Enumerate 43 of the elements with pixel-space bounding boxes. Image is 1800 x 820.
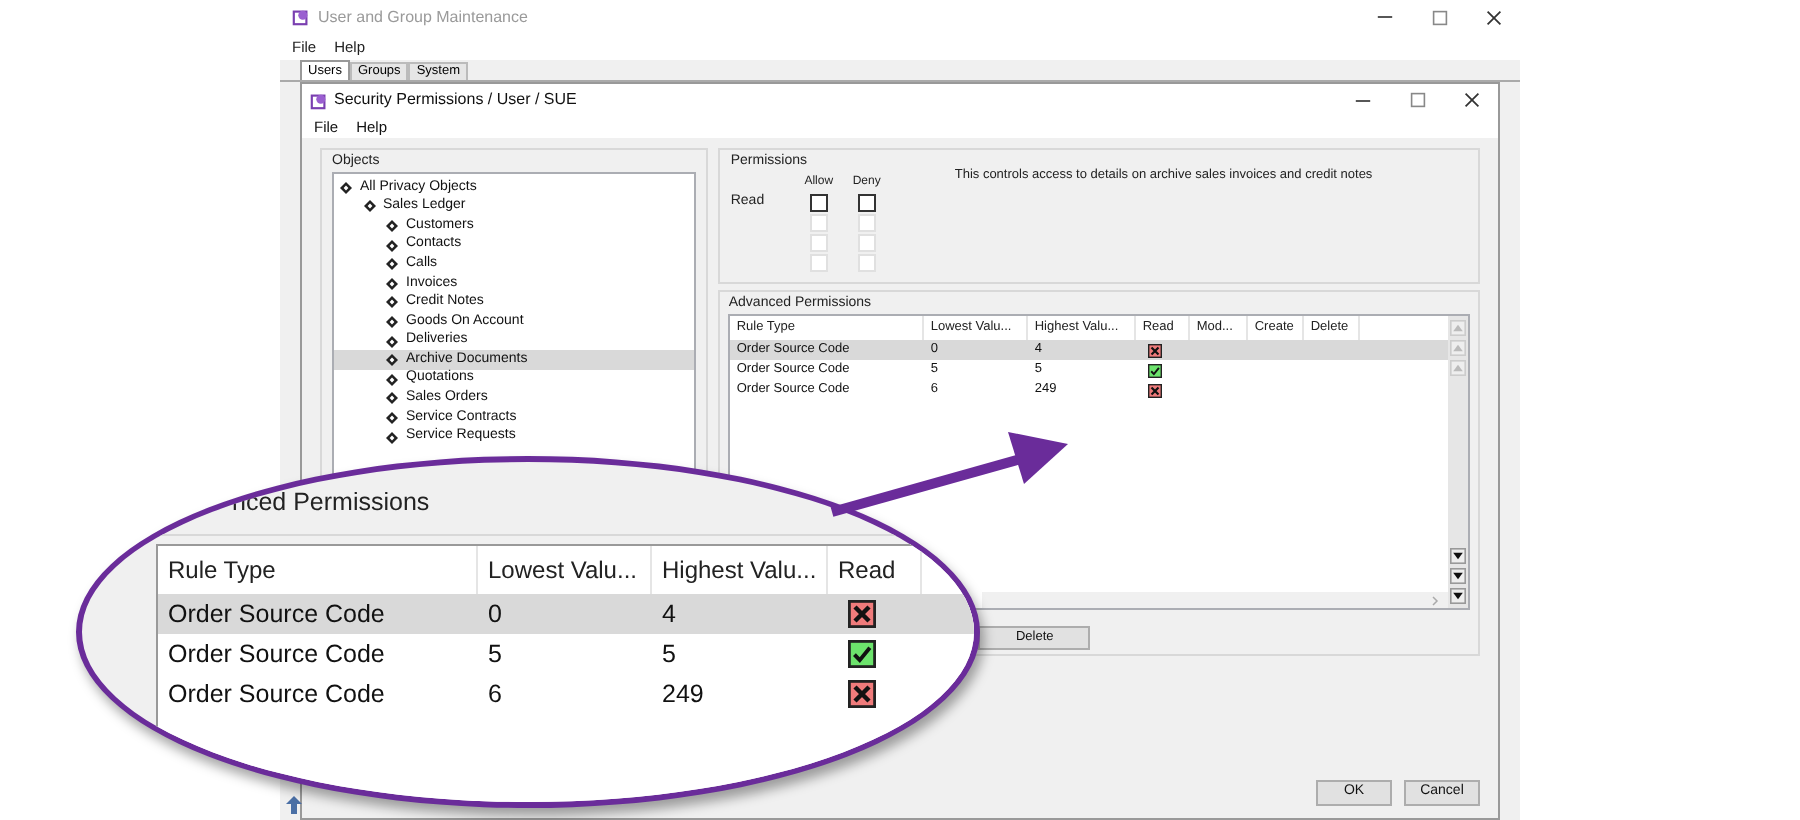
maximize-icon <box>1431 9 1447 25</box>
node-icon <box>386 354 398 367</box>
node-icon <box>386 258 398 271</box>
table-cell-text: 249 <box>660 678 706 712</box>
node-icon <box>386 219 398 232</box>
table-cell-text: 4 <box>660 598 678 632</box>
dialog-title: Security Permissions / User / SUE <box>334 88 577 112</box>
table-row[interactable]: Order Source Code 0 4 <box>158 594 974 634</box>
node-icon <box>386 431 398 444</box>
close-icon <box>1463 92 1479 108</box>
table-cell-text: 5 <box>660 638 678 672</box>
table-cell-text: Order Source Code <box>166 598 387 632</box>
node-icon <box>386 277 398 290</box>
table-row[interactable]: Order Source Code 6 249 <box>158 674 974 714</box>
table-cell-text: 5 <box>486 638 504 672</box>
table-cell-text: 0 <box>486 598 504 632</box>
checkbox[interactable] <box>809 193 828 211</box>
node-icon <box>386 392 398 405</box>
app-icon <box>292 8 310 26</box>
vertical-scrollbar[interactable] <box>1448 316 1468 608</box>
scroll-down-icon[interactable] <box>1450 588 1466 604</box>
maximize-icon <box>1409 92 1425 108</box>
table-row[interactable]: Order Source Code 5 5 <box>158 634 974 674</box>
up-arrow-icon <box>286 796 302 814</box>
node-icon <box>386 239 398 252</box>
node-icon <box>386 335 398 348</box>
window-title: User and Group Maintenance <box>318 5 528 29</box>
node-icon <box>386 315 398 328</box>
horizontal-scrollbar[interactable] <box>982 592 1448 608</box>
node-icon <box>386 373 398 386</box>
chevron-right-icon <box>1430 595 1440 605</box>
table-cell-text: 6 <box>486 678 504 712</box>
node-icon <box>340 181 352 194</box>
table-cell-text: Order Source Code <box>166 638 387 672</box>
close-icon <box>1485 9 1501 25</box>
app-icon <box>310 91 328 109</box>
node-icon <box>386 411 398 424</box>
node-icon <box>363 200 375 213</box>
checkbox[interactable] <box>857 193 876 211</box>
scroll-down-icon[interactable] <box>1450 548 1466 564</box>
table-cell-text: Order Source Code <box>166 678 387 712</box>
node-icon <box>386 296 398 309</box>
scroll-down-icon[interactable] <box>1450 568 1466 584</box>
